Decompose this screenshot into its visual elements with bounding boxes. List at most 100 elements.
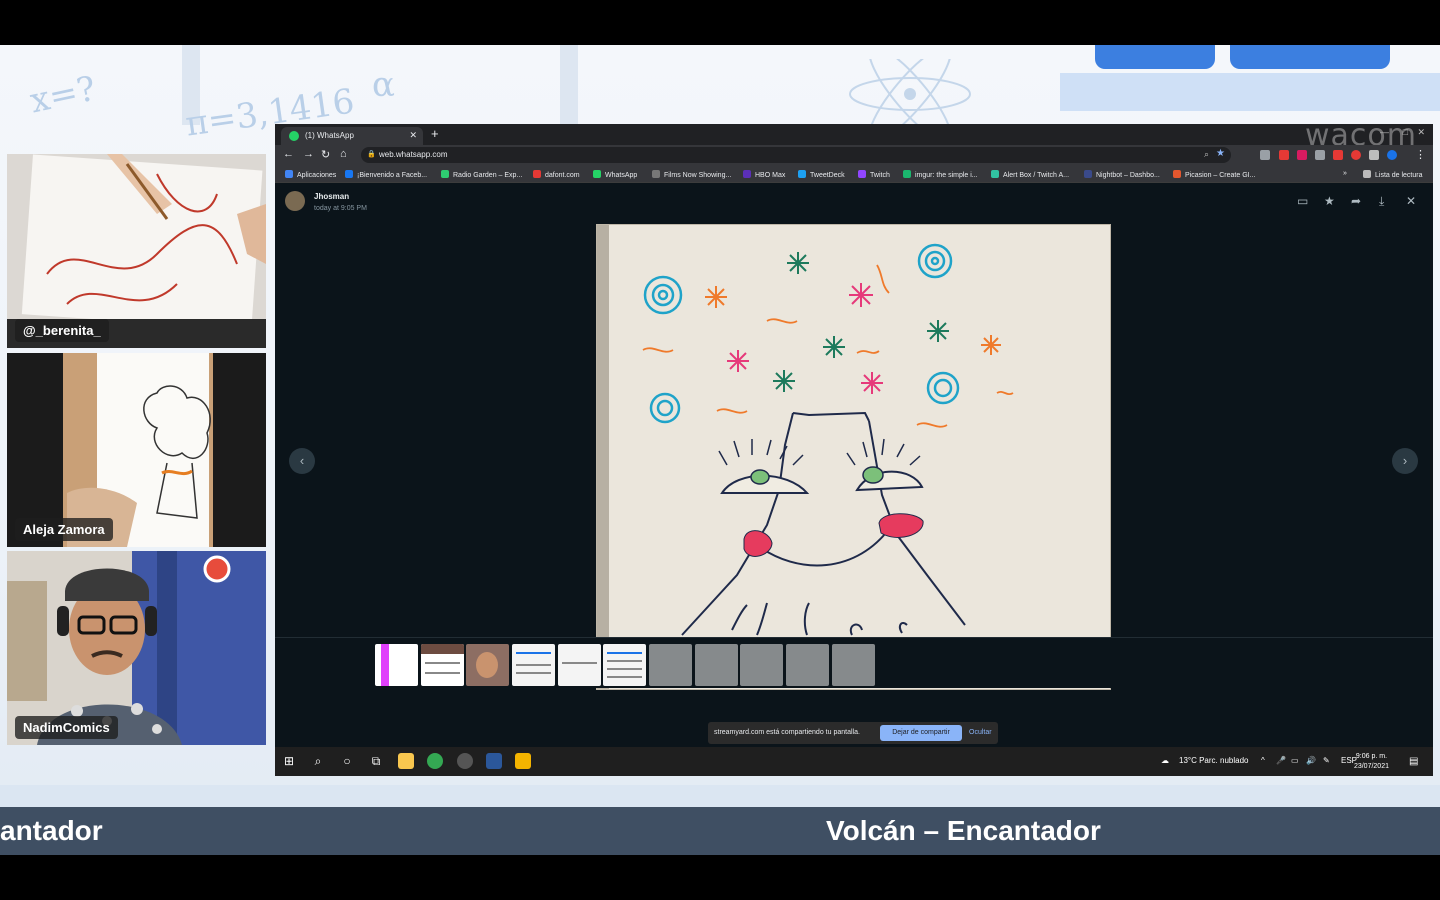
atom-icon bbox=[849, 59, 971, 129]
stop-sharing-button[interactable]: Dejar de compartir bbox=[880, 725, 962, 741]
star-icon[interactable]: ★ bbox=[1324, 194, 1335, 208]
participant-name: @_berenita_ bbox=[15, 319, 109, 342]
bookmark-item[interactable]: ¡Bienvenido a Faceb... bbox=[345, 170, 427, 179]
tweetdeck-icon bbox=[798, 170, 806, 178]
media-thumbnail[interactable] bbox=[740, 644, 783, 686]
file-explorer-icon[interactable] bbox=[398, 753, 414, 769]
task-view-icon[interactable]: ⧉ bbox=[368, 753, 384, 769]
notification-icon[interactable]: ▤ bbox=[1409, 756, 1418, 767]
tray-chevron-icon[interactable]: ^ bbox=[1261, 756, 1265, 765]
extension-icon[interactable] bbox=[1315, 150, 1325, 160]
reload-icon[interactable]: ↻ bbox=[321, 148, 330, 161]
menu-dots-icon[interactable]: ⋮ bbox=[1415, 148, 1426, 161]
stream-canvas: x=? π=3,1416 α @_berenita_ Aleja Zamora … bbox=[0, 0, 1440, 900]
pen-icon[interactable]: ✎ bbox=[1323, 756, 1330, 765]
reading-list-button[interactable]: Lista de lectura bbox=[1363, 170, 1422, 179]
chrome-icon[interactable] bbox=[427, 753, 443, 769]
bookmark-item[interactable]: Films Now Showing... bbox=[652, 170, 731, 179]
alertbox-icon bbox=[991, 170, 999, 178]
formula-text: x=? bbox=[26, 68, 100, 122]
close-tab-icon[interactable]: ✕ bbox=[409, 130, 417, 141]
lower-third-ticker: antador bbox=[0, 815, 103, 846]
media-thumbnail[interactable] bbox=[832, 644, 875, 686]
share-message: streamyard.com está compartiendo tu pant… bbox=[714, 729, 860, 736]
media-thumbnail[interactable] bbox=[649, 644, 692, 686]
extension-icon[interactable] bbox=[1351, 150, 1361, 160]
bookmark-item[interactable]: Nightbot – Dashbo... bbox=[1084, 170, 1160, 179]
minimize-icon[interactable]: — bbox=[1380, 127, 1389, 137]
formula-text: α bbox=[372, 65, 395, 105]
decor-bar bbox=[1060, 73, 1440, 111]
media-thumbnail[interactable] bbox=[558, 644, 601, 686]
new-tab-button[interactable]: + bbox=[431, 126, 439, 141]
home-icon[interactable]: ⌂ bbox=[340, 148, 347, 160]
weather-text[interactable]: 13°C Parc. nublado bbox=[1179, 756, 1248, 765]
message-icon[interactable]: ▭ bbox=[1297, 194, 1308, 208]
bookmark-star-icon[interactable]: ★ bbox=[1216, 148, 1225, 159]
bottom-letterbox bbox=[0, 855, 1440, 900]
media-thumbnail-strip bbox=[275, 637, 1433, 688]
bookmark-item[interactable]: WhatsApp bbox=[593, 170, 637, 179]
dafont-icon bbox=[533, 170, 541, 178]
maximize-icon[interactable]: □ bbox=[1403, 127, 1408, 137]
back-icon[interactable]: ← bbox=[283, 148, 294, 160]
lock-icon: 🔒 bbox=[367, 151, 376, 158]
extension-icon[interactable] bbox=[1279, 150, 1289, 160]
message-timestamp: today at 9:05 PM bbox=[314, 205, 367, 212]
media-thumbnail[interactable] bbox=[695, 644, 738, 686]
extension-icon[interactable] bbox=[1260, 150, 1270, 160]
bookmark-item[interactable]: TweetDeck bbox=[798, 170, 845, 179]
top-letterbox bbox=[0, 0, 1440, 45]
extension-icon[interactable] bbox=[1333, 150, 1343, 160]
next-media-button[interactable]: › bbox=[1392, 448, 1418, 474]
address-bar[interactable]: 🔒 web.whatsapp.com ⌕ ★ bbox=[361, 147, 1231, 163]
profile-avatar[interactable] bbox=[1387, 150, 1397, 160]
bookmark-item[interactable]: HBO Max bbox=[743, 170, 785, 179]
zoom-icon[interactable]: ⌕ bbox=[1204, 149, 1209, 160]
browser-tab[interactable]: (1) WhatsApp ✕ bbox=[281, 127, 423, 145]
close-icon[interactable]: ✕ bbox=[1406, 194, 1416, 208]
microphone-icon[interactable]: 🎤 bbox=[1276, 756, 1286, 765]
cortana-icon[interactable]: ○ bbox=[339, 753, 355, 769]
decor-shape bbox=[1230, 45, 1390, 69]
download-icon[interactable]: ⤓ bbox=[1379, 194, 1384, 209]
forward-icon[interactable]: → bbox=[303, 148, 314, 160]
bookmark-item[interactable]: Twitch bbox=[858, 170, 890, 179]
forward-icon[interactable]: ➦ bbox=[1351, 194, 1361, 208]
media-thumbnail[interactable] bbox=[466, 644, 509, 686]
app-icon[interactable] bbox=[457, 753, 473, 769]
windows-start-icon[interactable]: ⊞ bbox=[281, 753, 297, 769]
more-bookmarks-icon[interactable]: » bbox=[1343, 170, 1347, 177]
media-thumbnail[interactable] bbox=[603, 644, 646, 686]
weather-icon[interactable]: ☁ bbox=[1161, 756, 1169, 765]
bookmark-item[interactable]: Aplicaciones bbox=[285, 170, 336, 179]
decor-shape bbox=[1095, 45, 1215, 69]
media-thumbnail[interactable] bbox=[512, 644, 555, 686]
media-player-icon[interactable] bbox=[515, 753, 531, 769]
volcano-drawing-image bbox=[596, 224, 1111, 690]
avatar[interactable] bbox=[285, 191, 305, 211]
participant-name: NadimComics bbox=[15, 716, 118, 739]
media-thumbnail[interactable] bbox=[421, 644, 464, 686]
word-icon[interactable] bbox=[486, 753, 502, 769]
hbo-icon bbox=[743, 170, 751, 178]
previous-media-button[interactable]: ‹ bbox=[289, 448, 315, 474]
bookmark-item[interactable]: imgur: the simple i... bbox=[903, 170, 978, 179]
bookmark-item[interactable]: Radio Garden – Exp... bbox=[441, 170, 522, 179]
search-icon[interactable]: ⌕ bbox=[310, 753, 326, 769]
bookmarks-bar: Aplicaciones ¡Bienvenido a Faceb... Radi… bbox=[275, 166, 1433, 183]
close-window-icon[interactable]: ✕ bbox=[1417, 127, 1425, 138]
system-clock[interactable]: 9:06 p. m. 23/07/2021 bbox=[1354, 752, 1389, 772]
puzzle-icon[interactable] bbox=[1369, 150, 1379, 160]
extension-icon[interactable] bbox=[1297, 150, 1307, 160]
participant-name: Aleja Zamora bbox=[15, 518, 113, 541]
media-thumbnail[interactable] bbox=[375, 644, 418, 686]
hide-button[interactable]: Ocultar bbox=[969, 729, 992, 736]
volume-icon[interactable]: 🔊 bbox=[1306, 756, 1316, 765]
picasion-icon bbox=[1173, 170, 1181, 178]
bookmark-item[interactable]: Alert Box / Twitch A... bbox=[991, 170, 1069, 179]
bookmark-item[interactable]: dafont.com bbox=[533, 170, 580, 179]
network-icon[interactable]: ▭ bbox=[1291, 756, 1299, 765]
media-thumbnail[interactable] bbox=[786, 644, 829, 686]
bookmark-item[interactable]: Picasion – Create GI... bbox=[1173, 170, 1255, 179]
